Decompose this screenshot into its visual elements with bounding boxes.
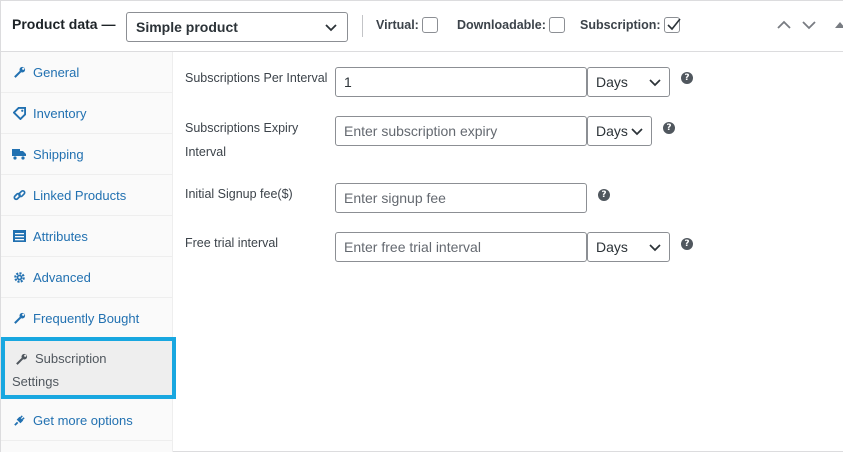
- tab-label: Linked Products: [33, 187, 127, 203]
- free-trial-label: Free trial interval: [185, 236, 279, 250]
- tag-icon: [12, 106, 26, 120]
- expiry-unit-select[interactable]: Days: [587, 116, 652, 146]
- wrench-icon: [14, 352, 28, 366]
- tab-general[interactable]: General: [1, 52, 173, 93]
- expiry-label-line2: Interval: [185, 145, 226, 159]
- downloadable-label: Downloadable:: [457, 18, 546, 32]
- link-icon: [12, 188, 26, 202]
- product-type-value: Simple product: [136, 19, 238, 35]
- wrench-icon: [12, 65, 26, 79]
- tab-get-more-options[interactable]: Get more options: [1, 400, 173, 441]
- tab-label: Get more options: [33, 412, 133, 428]
- tab-linked-products[interactable]: Linked Products: [1, 175, 173, 216]
- tab-subscription-settings[interactable]: Subscription Settings: [1, 337, 176, 399]
- chevron-down-icon: [325, 24, 337, 32]
- tab-shipping[interactable]: Shipping: [1, 134, 173, 175]
- product-data-tabs: General Inventory Shipping Linked Produc…: [1, 52, 176, 452]
- product-data-panel: Product data — Simple product Virtual: D…: [0, 0, 843, 452]
- select-value: Days: [596, 74, 628, 90]
- tab-label: Shipping: [33, 146, 84, 162]
- per-interval-unit-select[interactable]: Days: [587, 67, 670, 97]
- checkmark-icon: [666, 18, 681, 31]
- chevron-down-icon: [649, 244, 661, 252]
- tab-label: Frequently Bought: [33, 310, 140, 326]
- per-interval-label: Subscriptions Per Interval: [185, 71, 328, 85]
- move-down-icon[interactable]: [801, 17, 817, 33]
- virtual-option: Virtual:: [376, 17, 438, 33]
- tab-label: Advanced: [33, 269, 91, 285]
- signup-fee-label: Initial Signup fee($): [185, 187, 293, 201]
- chevron-down-icon: [631, 128, 643, 136]
- panel-title: Product data —: [12, 16, 116, 32]
- subscription-checkbox[interactable]: [663, 17, 681, 33]
- tab-advanced[interactable]: Advanced: [1, 257, 173, 298]
- header-divider: [362, 15, 363, 37]
- tab-frequently-bought[interactable]: Frequently Bought: [1, 298, 173, 339]
- per-interval-input[interactable]: [335, 67, 587, 97]
- collapse-toggle-icon[interactable]: [835, 20, 843, 30]
- expiry-label-line1: Subscriptions Expiry: [185, 121, 299, 135]
- select-value: Days: [596, 239, 628, 255]
- tab-attributes[interactable]: Attributes: [1, 216, 173, 257]
- move-up-icon[interactable]: [776, 17, 792, 33]
- truck-icon: [12, 147, 26, 161]
- chevron-down-icon: [649, 79, 661, 87]
- tab-label: Attributes: [33, 228, 88, 244]
- help-icon[interactable]: ?: [681, 72, 693, 84]
- tab-inventory[interactable]: Inventory: [1, 93, 173, 134]
- downloadable-checkbox[interactable]: [548, 17, 565, 33]
- product-type-select[interactable]: Simple product: [126, 12, 348, 42]
- tab-label: Subscription: [35, 351, 107, 366]
- virtual-checkbox[interactable]: [421, 17, 438, 33]
- tab-label-line2: Settings: [12, 373, 59, 389]
- help-icon[interactable]: ?: [598, 189, 610, 201]
- tab-label: Inventory: [33, 105, 87, 121]
- virtual-label: Virtual:: [376, 18, 419, 32]
- tab-label-wrap: Subscription Settings: [12, 349, 107, 392]
- free-trial-unit-select[interactable]: Days: [587, 232, 670, 262]
- list-icon: [12, 229, 26, 243]
- product-data-header: Product data — Simple product Virtual: D…: [1, 1, 843, 52]
- gear-icon: [12, 270, 26, 284]
- signup-fee-input[interactable]: [335, 183, 587, 213]
- wrench-icon: [12, 311, 26, 325]
- help-icon[interactable]: ?: [681, 238, 693, 250]
- help-icon[interactable]: ?: [663, 122, 675, 134]
- downloadable-option: Downloadable:: [457, 17, 565, 33]
- select-value: Days: [596, 123, 628, 139]
- subscription-settings-form: Subscriptions Per Interval Days ? Subscr…: [173, 52, 843, 452]
- free-trial-input[interactable]: [335, 232, 587, 262]
- subscription-label: Subscription:: [580, 18, 661, 32]
- tab-label: General: [33, 64, 80, 80]
- plugin-icon: [12, 413, 26, 427]
- subscription-option: Subscription:: [580, 17, 681, 33]
- expiry-input[interactable]: [335, 116, 587, 146]
